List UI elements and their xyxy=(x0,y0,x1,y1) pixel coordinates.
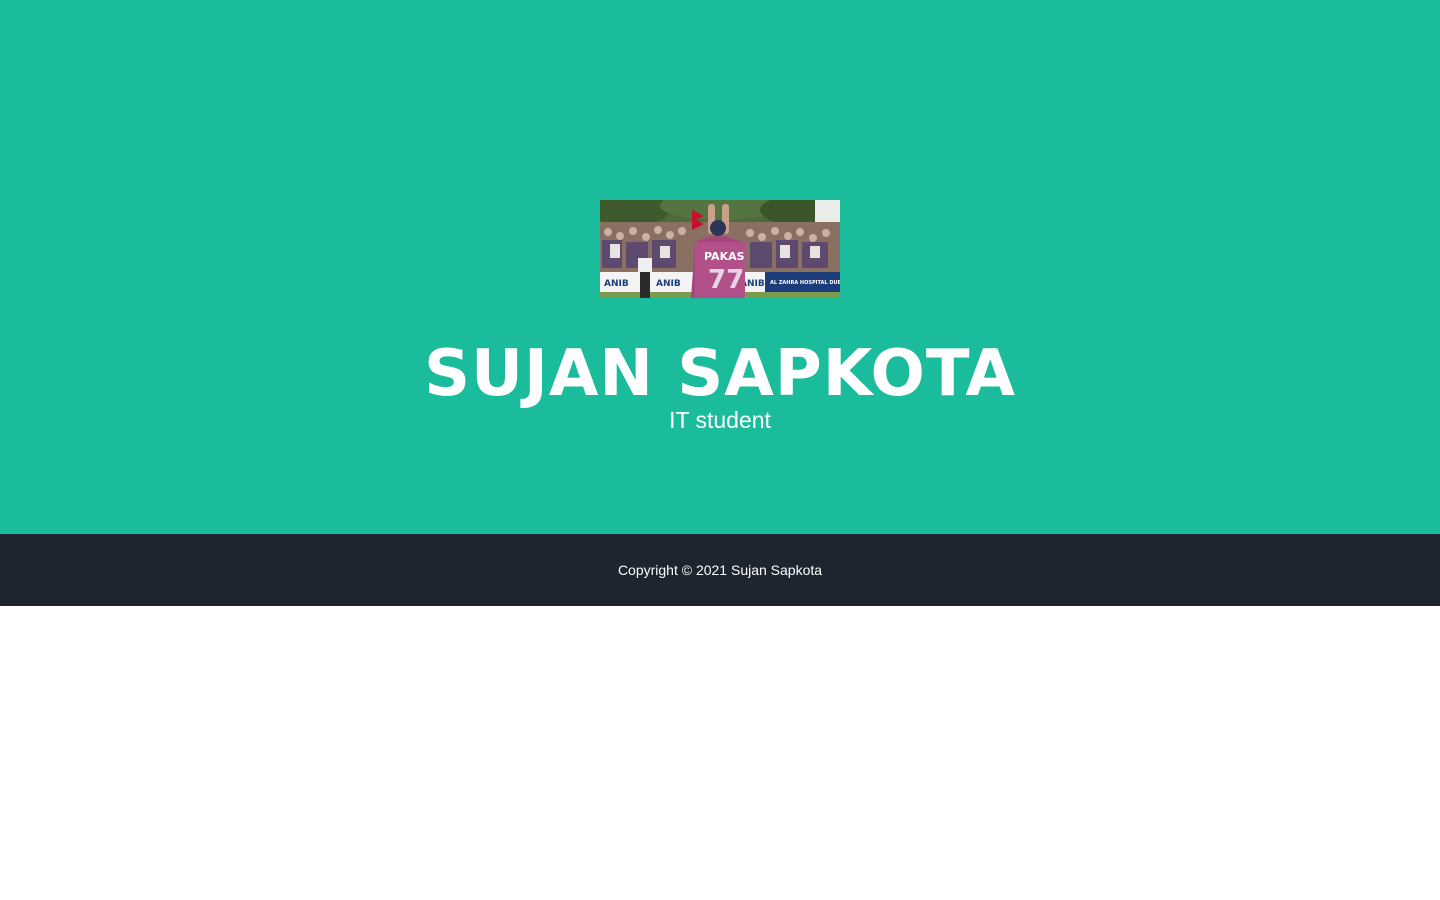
copyright-bar: Copyright © 2021 Sujan Sapkota xyxy=(0,534,1440,606)
svg-text:AL ZAHRA HOSPITAL DUBAI: AL ZAHRA HOSPITAL DUBAI xyxy=(770,280,840,286)
masthead-name: SUJAN SAPKOTA xyxy=(423,337,1017,411)
masthead-subtitle: IT student xyxy=(669,407,771,433)
svg-text:PAKAS: PAKAS xyxy=(704,250,745,263)
copyright-text: Copyright © 2021 Sujan Sapkota xyxy=(617,562,823,578)
profile-photo-image: ANIB ANIB ANIB AL ZAHRA HOSPITAL DUBAI P… xyxy=(600,200,840,298)
profile-photo: ANIB ANIB ANIB AL ZAHRA HOSPITAL DUBAI P… xyxy=(600,200,840,298)
masthead: ANIB ANIB ANIB AL ZAHRA HOSPITAL DUBAI P… xyxy=(0,0,1440,534)
svg-text:ANIB: ANIB xyxy=(656,279,681,289)
svg-text:ANIB: ANIB xyxy=(604,279,629,289)
svg-text:77: 77 xyxy=(708,265,744,295)
